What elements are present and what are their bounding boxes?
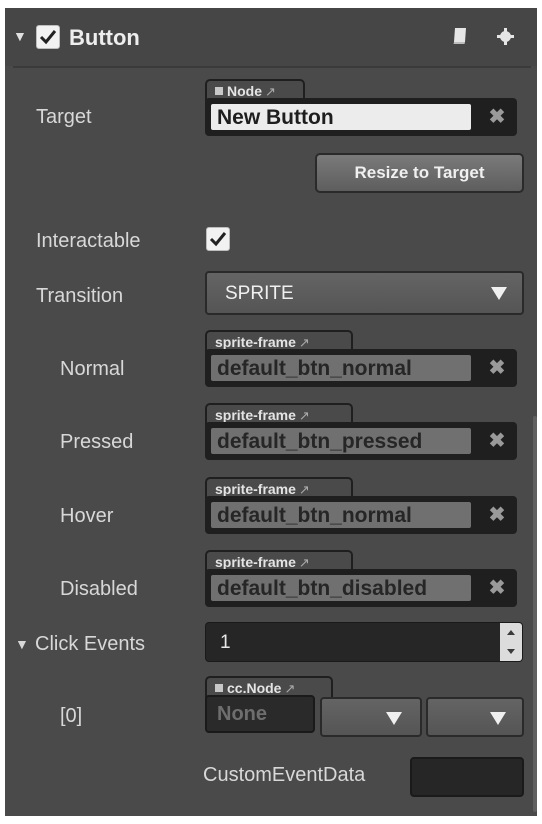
- node-square-icon: [215, 684, 223, 692]
- normal-sprite-label: Normal: [60, 358, 125, 380]
- clear-hover-sprite-icon[interactable]: ✖: [477, 496, 517, 534]
- event-component-dropdown[interactable]: [320, 697, 422, 737]
- event-target-node-field[interactable]: None: [205, 695, 315, 733]
- pressed-sprite-label: Pressed: [60, 431, 134, 453]
- disabled-sprite-field[interactable]: default_btn_disabled ✖: [205, 569, 517, 607]
- gear-icon[interactable]: [497, 28, 514, 50]
- checkmark-icon: [39, 30, 57, 45]
- target-field[interactable]: New Button ✖: [205, 98, 517, 136]
- normal-sprite-field[interactable]: default_btn_normal ✖: [205, 349, 517, 387]
- normal-sprite-value: default_btn_normal: [211, 355, 471, 381]
- external-link-icon[interactable]: ↗: [299, 555, 310, 570]
- target-value: New Button: [211, 104, 471, 130]
- node-square-icon: [215, 87, 223, 95]
- external-link-icon[interactable]: ↗: [299, 408, 310, 423]
- event-handler-dropdown[interactable]: [426, 697, 524, 737]
- resize-to-target-button[interactable]: Resize to Target: [315, 153, 524, 193]
- interactable-checkbox[interactable]: [206, 227, 230, 251]
- pressed-sprite-field[interactable]: default_btn_pressed ✖: [205, 422, 517, 460]
- stepper-down-button[interactable]: [500, 642, 522, 661]
- custom-event-data-input[interactable]: [410, 757, 524, 797]
- disabled-sprite-label: Disabled: [60, 578, 138, 600]
- disabled-sprite-value: default_btn_disabled: [211, 575, 471, 601]
- clear-pressed-sprite-icon[interactable]: ✖: [477, 422, 517, 460]
- transition-dropdown[interactable]: SPRITE: [205, 271, 524, 315]
- checkmark-icon: [209, 232, 227, 247]
- target-label: Target: [36, 106, 92, 128]
- hover-sprite-label: Hover: [60, 505, 114, 527]
- external-link-icon[interactable]: ↗: [284, 681, 295, 696]
- component-enabled-checkbox[interactable]: [36, 25, 60, 49]
- chevron-up-icon: [507, 630, 515, 635]
- header-divider: [13, 66, 531, 68]
- interactable-label: Interactable: [36, 230, 141, 252]
- button-component-panel: ▼ Button Target Node ↗ New Button ✖ Resiz…: [5, 8, 537, 816]
- clear-target-icon[interactable]: ✖: [477, 98, 517, 136]
- component-header[interactable]: ▼ Button: [5, 8, 537, 66]
- component-title: Button: [69, 25, 140, 50]
- stepper-up-button[interactable]: [500, 623, 522, 642]
- external-link-icon[interactable]: ↗: [265, 84, 276, 99]
- dropdown-arrow-icon: [491, 287, 507, 300]
- event-target-node-value: None: [217, 703, 267, 725]
- clear-normal-sprite-icon[interactable]: ✖: [477, 349, 517, 387]
- dropdown-arrow-icon: [490, 712, 506, 725]
- clear-disabled-sprite-icon[interactable]: ✖: [477, 569, 517, 607]
- hover-sprite-value: default_btn_normal: [211, 502, 471, 528]
- triangle-down-icon[interactable]: ▼: [15, 636, 29, 652]
- scrollbar[interactable]: [533, 416, 537, 812]
- click-events-count-value: 1: [220, 632, 231, 653]
- transition-value: SPRITE: [225, 283, 294, 304]
- book-icon[interactable]: [452, 27, 468, 50]
- dropdown-arrow-icon: [386, 712, 402, 725]
- transition-label: Transition: [36, 285, 124, 307]
- event-index-label: [0]: [60, 705, 83, 727]
- chevron-down-icon: [507, 649, 515, 654]
- hover-sprite-field[interactable]: default_btn_normal ✖: [205, 496, 517, 534]
- external-link-icon[interactable]: ↗: [299, 335, 310, 350]
- pressed-sprite-value: default_btn_pressed: [211, 428, 471, 454]
- triangle-down-icon[interactable]: ▼: [13, 28, 27, 44]
- external-link-icon[interactable]: ↗: [299, 482, 310, 497]
- click-events-count-input[interactable]: 1: [205, 622, 523, 662]
- custom-event-data-label: CustomEventData: [203, 764, 366, 786]
- click-events-label: Click Events: [35, 633, 146, 655]
